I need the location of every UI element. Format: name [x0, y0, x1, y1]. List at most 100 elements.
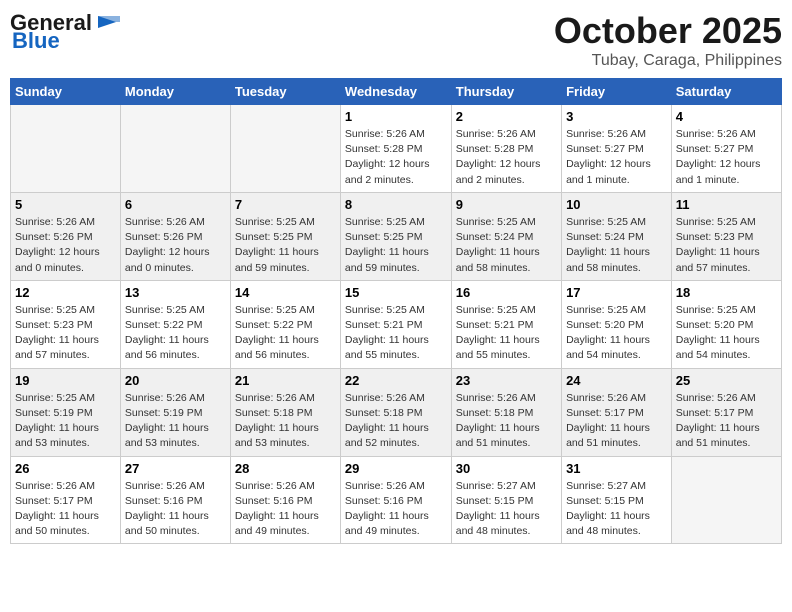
calendar-cell: 30 Sunrise: 5:27 AM Sunset: 5:15 PM Dayli…: [451, 456, 561, 544]
day-number: 28: [235, 461, 336, 476]
day-number: 16: [456, 285, 557, 300]
calendar-cell: 8 Sunrise: 5:25 AM Sunset: 5:25 PM Daylig…: [340, 192, 451, 280]
day-info: Sunrise: 5:26 AM Sunset: 5:16 PM Dayligh…: [125, 479, 226, 540]
day-number: 12: [15, 285, 116, 300]
day-info: Sunrise: 5:25 AM Sunset: 5:22 PM Dayligh…: [235, 303, 336, 364]
calendar-cell: 7 Sunrise: 5:25 AM Sunset: 5:25 PM Daylig…: [230, 192, 340, 280]
weekday-header-friday: Friday: [562, 79, 672, 105]
day-number: 10: [566, 197, 667, 212]
calendar-cell: 11Sunrise: 5:25 AM Sunset: 5:23 PM Dayli…: [671, 192, 781, 280]
calendar-cell: 12 Sunrise: 5:25 AM Sunset: 5:23 PM Dayli…: [11, 280, 121, 368]
day-number: 5: [15, 197, 116, 212]
calendar-week-row: 5 Sunrise: 5:26 AM Sunset: 5:26 PM Daylig…: [11, 192, 782, 280]
day-number: 2: [456, 109, 557, 124]
day-number: 11: [676, 197, 777, 212]
calendar-cell: 18 Sunrise: 5:25 AM Sunset: 5:20 PM Dayli…: [671, 280, 781, 368]
location-subtitle: Tubay, Caraga, Philippines: [554, 52, 782, 70]
day-number: 6: [125, 197, 226, 212]
day-info: Sunrise: 5:25 AM Sunset: 5:24 PM Dayligh…: [456, 215, 557, 276]
day-info: Sunrise: 5:26 AM Sunset: 5:27 PM Dayligh…: [566, 127, 667, 188]
day-info: Sunrise: 5:25 AM Sunset: 5:19 PM Dayligh…: [15, 391, 116, 452]
calendar-cell: 17 Sunrise: 5:25 AM Sunset: 5:20 PM Dayli…: [562, 280, 672, 368]
day-number: 1: [345, 109, 447, 124]
day-info: Sunrise: 5:25 AM Sunset: 5:24 PM Dayligh…: [566, 215, 667, 276]
day-number: 29: [345, 461, 447, 476]
weekday-header-thursday: Thursday: [451, 79, 561, 105]
calendar-table: SundayMondayTuesdayWednesdayThursdayFrid…: [10, 78, 782, 544]
calendar-week-row: 12 Sunrise: 5:25 AM Sunset: 5:23 PM Dayli…: [11, 280, 782, 368]
calendar-week-row: 19 Sunrise: 5:25 AM Sunset: 5:19 PM Dayli…: [11, 368, 782, 456]
day-number: 17: [566, 285, 667, 300]
day-info: Sunrise: 5:26 AM Sunset: 5:17 PM Dayligh…: [676, 391, 777, 452]
page-header: General Blue October 2025 Tubay, Caraga,…: [10, 10, 782, 70]
day-info: Sunrise: 5:26 AM Sunset: 5:27 PM Dayligh…: [676, 127, 777, 188]
day-info: Sunrise: 5:26 AM Sunset: 5:17 PM Dayligh…: [15, 479, 116, 540]
calendar-cell: 5 Sunrise: 5:26 AM Sunset: 5:26 PM Daylig…: [11, 192, 121, 280]
day-info: Sunrise: 5:26 AM Sunset: 5:19 PM Dayligh…: [125, 391, 226, 452]
day-info: Sunrise: 5:25 AM Sunset: 5:25 PM Dayligh…: [345, 215, 447, 276]
day-info: Sunrise: 5:25 AM Sunset: 5:20 PM Dayligh…: [676, 303, 777, 364]
day-info: Sunrise: 5:26 AM Sunset: 5:17 PM Dayligh…: [566, 391, 667, 452]
calendar-cell: 25 Sunrise: 5:26 AM Sunset: 5:17 PM Dayli…: [671, 368, 781, 456]
day-number: 8: [345, 197, 447, 212]
calendar-cell: 9 Sunrise: 5:25 AM Sunset: 5:24 PM Daylig…: [451, 192, 561, 280]
calendar-cell: 4 Sunrise: 5:26 AM Sunset: 5:27 PM Daylig…: [671, 105, 781, 193]
calendar-cell: [120, 105, 230, 193]
day-info: Sunrise: 5:26 AM Sunset: 5:16 PM Dayligh…: [345, 479, 447, 540]
day-info: Sunrise: 5:26 AM Sunset: 5:18 PM Dayligh…: [235, 391, 336, 452]
day-number: 20: [125, 373, 226, 388]
day-number: 3: [566, 109, 667, 124]
calendar-cell: [11, 105, 121, 193]
calendar-cell: 22 Sunrise: 5:26 AM Sunset: 5:18 PM Dayli…: [340, 368, 451, 456]
day-number: 4: [676, 109, 777, 124]
title-area: October 2025 Tubay, Caraga, Philippines: [554, 10, 782, 70]
calendar-cell: 27Sunrise: 5:26 AM Sunset: 5:16 PM Dayli…: [120, 456, 230, 544]
calendar-cell: 24Sunrise: 5:26 AM Sunset: 5:17 PM Dayli…: [562, 368, 672, 456]
day-info: Sunrise: 5:26 AM Sunset: 5:18 PM Dayligh…: [456, 391, 557, 452]
calendar-cell: 26 Sunrise: 5:26 AM Sunset: 5:17 PM Dayli…: [11, 456, 121, 544]
day-info: Sunrise: 5:27 AM Sunset: 5:15 PM Dayligh…: [566, 479, 667, 540]
day-info: Sunrise: 5:27 AM Sunset: 5:15 PM Dayligh…: [456, 479, 557, 540]
day-number: 14: [235, 285, 336, 300]
calendar-cell: 1Sunrise: 5:26 AM Sunset: 5:28 PM Daylig…: [340, 105, 451, 193]
weekday-header-wednesday: Wednesday: [340, 79, 451, 105]
day-number: 19: [15, 373, 116, 388]
calendar-header-row: SundayMondayTuesdayWednesdayThursdayFrid…: [11, 79, 782, 105]
day-number: 26: [15, 461, 116, 476]
calendar-cell: 16 Sunrise: 5:25 AM Sunset: 5:21 PM Dayli…: [451, 280, 561, 368]
logo-blue: Blue: [10, 28, 60, 54]
day-number: 21: [235, 373, 336, 388]
day-info: Sunrise: 5:25 AM Sunset: 5:22 PM Dayligh…: [125, 303, 226, 364]
day-info: Sunrise: 5:25 AM Sunset: 5:20 PM Dayligh…: [566, 303, 667, 364]
calendar-cell: [671, 456, 781, 544]
calendar-cell: 6Sunrise: 5:26 AM Sunset: 5:26 PM Daylig…: [120, 192, 230, 280]
day-info: Sunrise: 5:25 AM Sunset: 5:23 PM Dayligh…: [15, 303, 116, 364]
day-info: Sunrise: 5:25 AM Sunset: 5:25 PM Dayligh…: [235, 215, 336, 276]
day-number: 25: [676, 373, 777, 388]
calendar-cell: 2 Sunrise: 5:26 AM Sunset: 5:28 PM Daylig…: [451, 105, 561, 193]
calendar-cell: 14 Sunrise: 5:25 AM Sunset: 5:22 PM Dayli…: [230, 280, 340, 368]
day-info: Sunrise: 5:25 AM Sunset: 5:21 PM Dayligh…: [345, 303, 447, 364]
weekday-header-tuesday: Tuesday: [230, 79, 340, 105]
day-info: Sunrise: 5:26 AM Sunset: 5:16 PM Dayligh…: [235, 479, 336, 540]
day-number: 30: [456, 461, 557, 476]
calendar-cell: 28 Sunrise: 5:26 AM Sunset: 5:16 PM Dayli…: [230, 456, 340, 544]
day-number: 23: [456, 373, 557, 388]
day-info: Sunrise: 5:25 AM Sunset: 5:21 PM Dayligh…: [456, 303, 557, 364]
calendar-cell: 29 Sunrise: 5:26 AM Sunset: 5:16 PM Dayli…: [340, 456, 451, 544]
weekday-header-saturday: Saturday: [671, 79, 781, 105]
day-number: 7: [235, 197, 336, 212]
calendar-cell: 23 Sunrise: 5:26 AM Sunset: 5:18 PM Dayli…: [451, 368, 561, 456]
day-number: 18: [676, 285, 777, 300]
day-number: 22: [345, 373, 447, 388]
logo-flag-icon: [94, 12, 124, 34]
calendar-cell: 10 Sunrise: 5:25 AM Sunset: 5:24 PM Dayli…: [562, 192, 672, 280]
day-info: Sunrise: 5:26 AM Sunset: 5:18 PM Dayligh…: [345, 391, 447, 452]
day-number: 9: [456, 197, 557, 212]
calendar-cell: 13 Sunrise: 5:25 AM Sunset: 5:22 PM Dayli…: [120, 280, 230, 368]
calendar-cell: 21 Sunrise: 5:26 AM Sunset: 5:18 PM Dayli…: [230, 368, 340, 456]
day-number: 13: [125, 285, 226, 300]
calendar-week-row: 26 Sunrise: 5:26 AM Sunset: 5:17 PM Dayli…: [11, 456, 782, 544]
day-info: Sunrise: 5:26 AM Sunset: 5:26 PM Dayligh…: [15, 215, 116, 276]
day-info: Sunrise: 5:26 AM Sunset: 5:28 PM Dayligh…: [456, 127, 557, 188]
